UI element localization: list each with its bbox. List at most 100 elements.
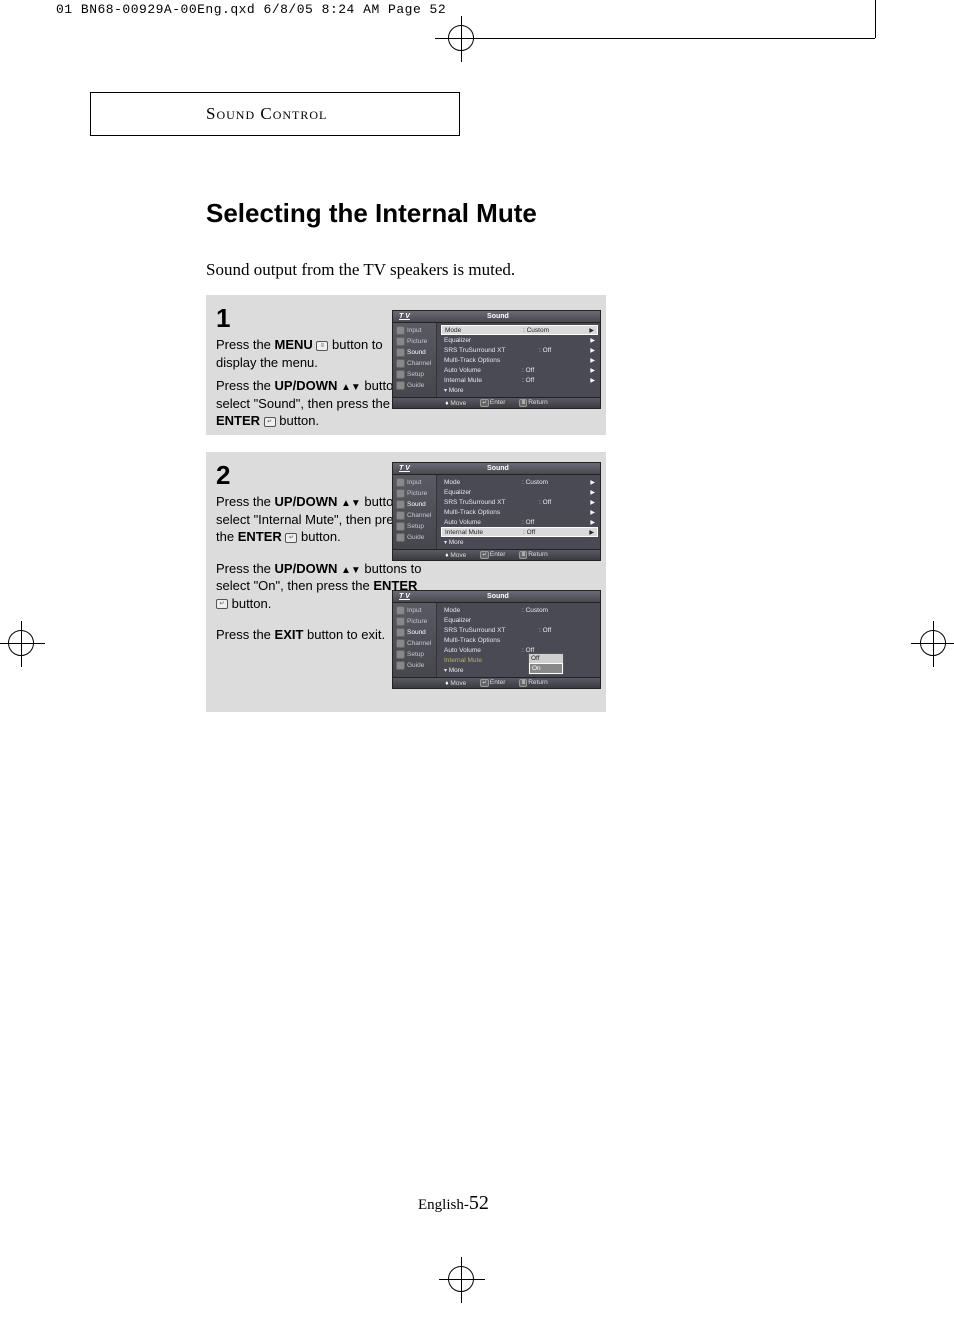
menu-row-multitrack[interactable]: Multi-Track Options▶ xyxy=(441,507,598,517)
l: Internal Mute xyxy=(445,529,523,536)
l: Setup xyxy=(407,651,424,658)
exit-key: EXIT xyxy=(275,627,304,642)
menu-row-srs[interactable]: SRS TruSurround XT: Off xyxy=(441,625,598,635)
sidebar-item-picture[interactable]: Picture xyxy=(393,488,436,499)
dropdown-option-off[interactable]: Off xyxy=(529,654,563,663)
sidebar-item-input[interactable]: Input xyxy=(393,605,436,616)
sidebar-item-sound[interactable]: Sound xyxy=(393,347,436,358)
chevron-right-icon: ▶ xyxy=(589,327,594,334)
crop-mark xyxy=(875,0,876,38)
return-key-icon: Ⅲ xyxy=(519,551,527,559)
menu-row-more[interactable]: More xyxy=(441,385,598,395)
sidebar-item-sound[interactable]: Sound xyxy=(393,627,436,638)
l: Auto Volume xyxy=(444,647,522,654)
input-icon xyxy=(396,478,405,487)
l: Input xyxy=(407,327,421,334)
menu-row-autovolume[interactable]: Auto Volume: Off▶ xyxy=(441,365,598,375)
menu-row-multitrack[interactable]: Multi-Track Options ▶ xyxy=(441,355,598,365)
l: Picture xyxy=(407,490,427,497)
menu-row-equalizer[interactable]: Equalizer▶ xyxy=(441,487,598,497)
osd-tv-label: T V xyxy=(393,313,416,320)
l: Setup xyxy=(407,371,424,378)
l: Multi-Track Options xyxy=(444,637,544,644)
sidebar-item-guide[interactable]: Guide xyxy=(393,660,436,671)
return-key-icon: Ⅲ xyxy=(519,399,527,407)
registration-mark-icon xyxy=(448,25,474,51)
registration-mark-icon xyxy=(448,1266,474,1292)
l: Multi-Track Options xyxy=(444,509,544,516)
l: Auto Volume xyxy=(444,519,522,526)
osd-titlebar: T V Sound xyxy=(393,311,600,323)
channel-icon xyxy=(396,511,405,520)
enter-key-icon: ↵ xyxy=(480,399,489,407)
l: Mode xyxy=(444,479,522,486)
l: Equalizer xyxy=(444,337,522,344)
menu-row-mode[interactable]: Mode: Custom▶ xyxy=(441,325,598,335)
updown-key: UP/DOWN xyxy=(275,378,338,393)
menu-row-internalmute[interactable]: Internal Mute: Off▶ xyxy=(441,375,598,385)
sidebar-item-guide[interactable]: Guide xyxy=(393,532,436,543)
chevron-right-icon: ▶ xyxy=(590,357,595,364)
menu-row-internalmute[interactable]: Internal Mute: Off▶ xyxy=(441,527,598,537)
page-number: English-52 xyxy=(418,1192,489,1215)
enter-icon: ↵ xyxy=(216,599,228,609)
sidebar-item-picture[interactable]: Picture xyxy=(393,616,436,627)
v: : Off xyxy=(523,529,594,536)
sidebar-item-channel[interactable]: Channel xyxy=(393,358,436,369)
picture-icon xyxy=(396,489,405,498)
internal-mute-dropdown[interactable]: Off On xyxy=(528,653,564,675)
hint-return: ⅢReturn xyxy=(519,399,547,407)
dropdown-option-on[interactable]: On xyxy=(529,663,563,674)
menu-row-internalmute[interactable]: Internal Mute xyxy=(441,655,598,665)
hint-return: ⅢReturn xyxy=(519,551,547,559)
l: Multi-Track Options xyxy=(444,357,544,364)
menu-row-multitrack[interactable]: Multi-Track Options xyxy=(441,635,598,645)
updown-key: UP/DOWN xyxy=(275,494,338,509)
menu-row-equalizer[interactable]: Equalizer xyxy=(441,615,598,625)
sidebar-item-channel[interactable]: Channel xyxy=(393,638,436,649)
menu-row-mode[interactable]: Mode: Custom xyxy=(441,605,598,615)
l: SRS TruSurround XT xyxy=(444,627,539,634)
l: Internal Mute xyxy=(444,657,522,664)
t: Press the xyxy=(216,494,275,509)
sidebar-item-guide[interactable]: Guide xyxy=(393,380,436,391)
sidebar-item-setup[interactable]: Setup xyxy=(393,649,436,660)
sidebar-item-setup[interactable]: Setup xyxy=(393,369,436,380)
osd-tv-label: T V xyxy=(393,593,416,600)
hint-enter: ↵Enter xyxy=(480,551,505,559)
menu-row-mode[interactable]: Mode: Custom▶ xyxy=(441,477,598,487)
input-icon xyxy=(396,326,405,335)
l: Guide xyxy=(407,534,424,541)
t: button to exit. xyxy=(303,627,385,642)
sidebar-item-input[interactable]: Input xyxy=(393,325,436,336)
registration-mark-icon xyxy=(920,630,946,656)
sidebar-item-input[interactable]: Input xyxy=(393,477,436,488)
l: Guide xyxy=(407,382,424,389)
page-num: 52 xyxy=(469,1192,489,1214)
crop-mark xyxy=(435,38,875,39)
enter-icon: ↵ xyxy=(285,533,297,543)
menu-row-srs[interactable]: SRS TruSurround XT: Off▶ xyxy=(441,345,598,355)
l: Guide xyxy=(407,662,424,669)
v: : Off xyxy=(522,519,595,526)
menu-icon: ≡ xyxy=(316,341,328,351)
menu-row-autovolume[interactable]: Auto Volume: Off▶ xyxy=(441,517,598,527)
menu-row-autovolume[interactable]: Auto Volume: Off xyxy=(441,645,598,655)
menu-row-srs[interactable]: SRS TruSurround XT: Off▶ xyxy=(441,497,598,507)
chevron-right-icon: ▶ xyxy=(590,479,595,486)
up-down-icon: ▲▼ xyxy=(341,565,361,576)
l: Channel xyxy=(407,640,431,647)
menu-row-more[interactable]: More xyxy=(441,665,598,675)
menu-row-equalizer[interactable]: Equalizer▶ xyxy=(441,335,598,345)
osd-main: Mode: Custom▶ Equalizer▶ SRS TruSurround… xyxy=(437,475,600,549)
sidebar-item-sound[interactable]: Sound xyxy=(393,499,436,510)
osd-main: Mode: Custom▶ Equalizer▶ SRS TruSurround… xyxy=(437,323,600,397)
sidebar-item-picture[interactable]: Picture xyxy=(393,336,436,347)
chevron-right-icon: ▶ xyxy=(590,347,595,354)
print-header: 01 BN68-00929A-00Eng.qxd 6/8/05 8:24 AM … xyxy=(56,2,446,17)
sidebar-item-setup[interactable]: Setup xyxy=(393,521,436,532)
menu-row-more[interactable]: More xyxy=(441,537,598,547)
enter-key: ENTER xyxy=(238,529,282,544)
sidebar-item-channel[interactable]: Channel xyxy=(393,510,436,521)
l: Channel xyxy=(407,512,431,519)
